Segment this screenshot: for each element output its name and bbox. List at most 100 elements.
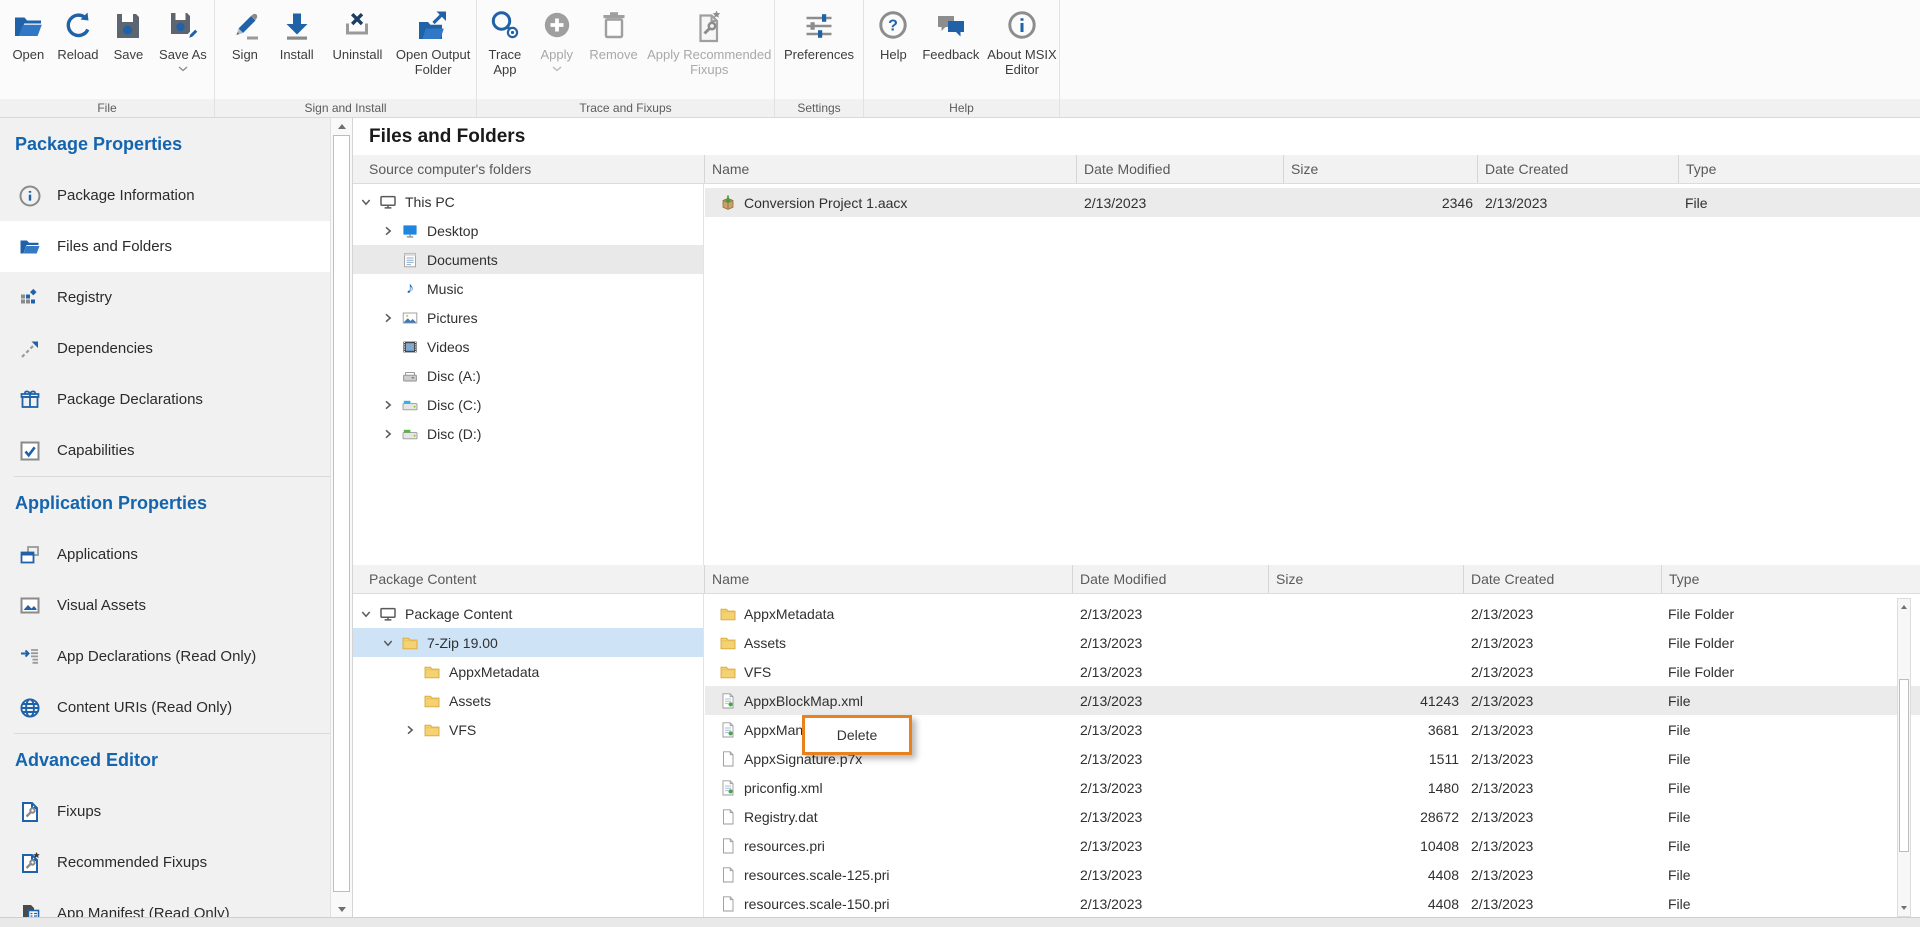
ribbon-group-label-trace-and-fixups: Trace and Fixups xyxy=(477,99,774,117)
chevron-down-icon[interactable] xyxy=(361,609,375,619)
tree-item-documents[interactable]: Documents xyxy=(353,245,703,274)
main-panel: Files and Folders Source computer's fold… xyxy=(352,118,1920,926)
uninstall-button[interactable]: Uninstall xyxy=(325,7,391,63)
sidebar-item-content-uris[interactable]: Content URIs (Read Only) xyxy=(0,682,330,733)
tree-item-music[interactable]: ♪ Music xyxy=(353,274,703,303)
reload-button-label: Reload xyxy=(57,48,98,63)
date-modified-cell: 2/13/2023 xyxy=(1073,693,1269,709)
sidebar-item-package-declarations[interactable]: Package Declarations xyxy=(0,374,330,425)
tree-item-disc-c[interactable]: Disc (C:) xyxy=(353,390,703,419)
column-header-size[interactable]: Size xyxy=(1268,565,1463,593)
scrollbar-thumb[interactable] xyxy=(1899,679,1909,852)
reload-button[interactable]: Reload xyxy=(51,7,105,63)
about-msix-editor-button[interactable]: About MSIX Editor xyxy=(985,7,1059,77)
date-modified-cell: 2/13/2023 xyxy=(1073,635,1269,651)
open-button[interactable]: Open xyxy=(6,7,51,63)
chevron-right-icon[interactable] xyxy=(383,429,397,439)
preferences-button[interactable]: Preferences xyxy=(781,7,857,63)
apply-button[interactable]: Apply xyxy=(531,7,583,72)
column-header-name[interactable]: Name xyxy=(704,565,1072,593)
chevron-down-icon[interactable] xyxy=(361,197,375,207)
tree-item-videos[interactable]: Videos xyxy=(353,332,703,361)
package-table-scrollbar[interactable] xyxy=(1897,598,1911,917)
tree-item-this-pc[interactable]: This PC xyxy=(353,187,703,216)
tree-item-appxmetadata[interactable]: AppxMetadata xyxy=(353,657,703,686)
table-row[interactable]: Conversion Project 1.aacx 2/13/2023 2346… xyxy=(705,188,1920,217)
column-header-size[interactable]: Size xyxy=(1283,155,1477,183)
chevron-down-icon[interactable] xyxy=(383,638,397,648)
tree-item-vfs[interactable]: VFS xyxy=(353,715,703,744)
type-cell: File Folder xyxy=(1662,635,1920,651)
column-header-date-created[interactable]: Date Created xyxy=(1477,155,1678,183)
date-created-cell: 2/13/2023 xyxy=(1464,635,1662,651)
table-row[interactable]: resources.scale-150.pri 2/13/2023 4408 2… xyxy=(705,889,1920,918)
install-button[interactable]: Install xyxy=(269,7,325,63)
chevron-right-icon[interactable] xyxy=(405,725,419,735)
sidebar-item-recommended-fixups[interactable]: Recommended Fixups xyxy=(0,837,330,888)
column-header-date-created[interactable]: Date Created xyxy=(1463,565,1661,593)
sidebar-item-label: Visual Assets xyxy=(57,597,146,614)
table-row[interactable]: Assets 2/13/2023 2/13/2023 File Folder xyxy=(705,628,1920,657)
date-created-cell: 2/13/2023 xyxy=(1464,722,1662,738)
page-title: Files and Folders xyxy=(353,118,525,155)
remove-button[interactable]: Remove xyxy=(583,7,645,63)
tree-item-disc-d[interactable]: Disc (D:) xyxy=(353,419,703,448)
context-menu-item-delete[interactable]: Delete xyxy=(805,718,909,752)
open-output-folder-icon xyxy=(416,9,450,43)
sidebar-item-fixups[interactable]: Fixups xyxy=(0,786,330,837)
sidebar-item-dependencies[interactable]: Dependencies xyxy=(0,323,330,374)
tree-item-pictures[interactable]: Pictures xyxy=(353,303,703,332)
package-files-table: AppxMetadata 2/13/2023 2/13/2023 File Fo… xyxy=(705,594,1920,917)
sidebar-item-capabilities[interactable]: Capabilities xyxy=(0,425,330,476)
file-name: AppxBlockMap.xml xyxy=(744,693,863,709)
help-button[interactable]: ? Help xyxy=(870,7,917,63)
apply-recommended-fixups-button[interactable]: Apply Recommended Fixups xyxy=(644,7,774,77)
tree-item-7zip[interactable]: 7-Zip 19.00 xyxy=(353,628,703,657)
trace-app-button[interactable]: Trace App xyxy=(479,7,531,77)
tree-item-desktop[interactable]: Desktop xyxy=(353,216,703,245)
chevron-right-icon[interactable] xyxy=(383,226,397,236)
scroll-down-arrow[interactable] xyxy=(331,901,352,917)
column-header-type[interactable]: Type xyxy=(1661,565,1920,593)
sidebar-scrollbar[interactable] xyxy=(330,118,353,917)
table-row[interactable]: resources.pri 2/13/2023 10408 2/13/2023 … xyxy=(705,831,1920,860)
table-row[interactable]: VFS 2/13/2023 2/13/2023 File Folder xyxy=(705,657,1920,686)
table-row[interactable]: Registry.dat 2/13/2023 28672 2/13/2023 F… xyxy=(705,802,1920,831)
sign-button[interactable]: Sign xyxy=(221,7,269,63)
ribbon-group-trace-and-fixups: Trace App Apply Remove Apply Recommended… xyxy=(477,0,775,117)
source-files-table: Conversion Project 1.aacx 2/13/2023 2346… xyxy=(705,184,1920,565)
chevron-down-icon[interactable] xyxy=(178,66,188,72)
table-row[interactable]: AppxBlockMap.xml 2/13/2023 41243 2/13/20… xyxy=(705,686,1920,715)
column-header-type[interactable]: Type xyxy=(1678,155,1920,183)
tree-item-disc-a[interactable]: Disc (A:) xyxy=(353,361,703,390)
sidebar-item-registry[interactable]: Registry xyxy=(0,272,330,323)
save-as-button[interactable]: Save As xyxy=(152,7,214,72)
chevron-right-icon[interactable] xyxy=(383,313,397,323)
column-header-date-modified[interactable]: Date Modified xyxy=(1072,565,1268,593)
sidebar-item-package-information[interactable]: Package Information xyxy=(0,170,330,221)
scrollbar-thumb[interactable] xyxy=(333,135,350,892)
feedback-button[interactable]: Feedback xyxy=(917,7,985,63)
sidebar-item-visual-assets[interactable]: Visual Assets xyxy=(0,580,330,631)
sidebar-item-applications[interactable]: Applications xyxy=(0,529,330,580)
package-content-pane: Package Content Name Date Modified Size … xyxy=(353,565,1920,917)
scroll-up-arrow[interactable] xyxy=(331,118,352,134)
table-row[interactable]: priconfig.xml 2/13/2023 1480 2/13/2023 F… xyxy=(705,773,1920,802)
package-declarations-icon xyxy=(18,388,42,412)
column-header-name[interactable]: Name xyxy=(704,155,1076,183)
ribbon-group-trace-buttons: Trace App Apply Remove Apply Recommended… xyxy=(477,0,774,99)
source-pane-header: Source computer's folders Name Date Modi… xyxy=(353,155,1920,184)
chevron-right-icon[interactable] xyxy=(383,400,397,410)
tree-item-assets[interactable]: Assets xyxy=(353,686,703,715)
date-modified-cell: 2/13/2023 xyxy=(1073,809,1269,825)
save-button[interactable]: Save xyxy=(105,7,152,63)
scroll-up-arrow[interactable] xyxy=(1898,600,1910,614)
tree-item-package-content[interactable]: Package Content xyxy=(353,599,703,628)
table-row[interactable]: resources.scale-125.pri 2/13/2023 4408 2… xyxy=(705,860,1920,889)
sidebar-item-app-declarations[interactable]: App Declarations (Read Only) xyxy=(0,631,330,682)
column-header-date-modified[interactable]: Date Modified xyxy=(1076,155,1283,183)
sidebar-item-files-and-folders[interactable]: Files and Folders xyxy=(0,221,330,272)
open-output-folder-button[interactable]: Open Output Folder xyxy=(390,7,476,77)
scroll-down-arrow[interactable] xyxy=(1898,901,1910,915)
table-row[interactable]: AppxMetadata 2/13/2023 2/13/2023 File Fo… xyxy=(705,599,1920,628)
